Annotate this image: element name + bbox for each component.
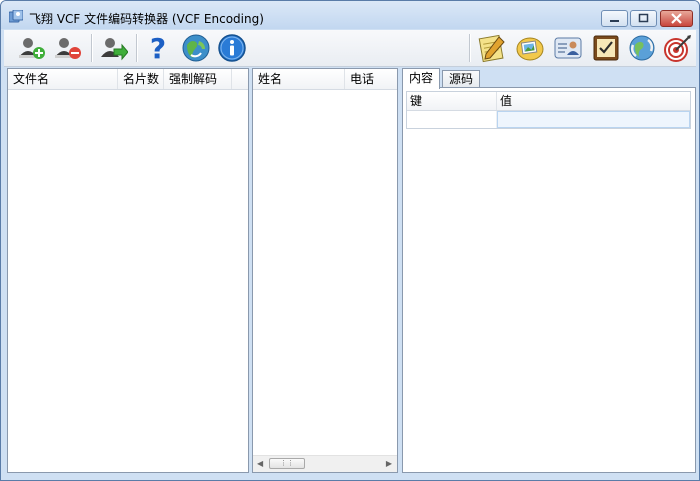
- notepad-pencil-icon: [478, 34, 505, 63]
- checklist-button[interactable]: [590, 32, 622, 64]
- minimize-icon: [610, 20, 619, 22]
- detail-panel: 键 值: [402, 87, 696, 473]
- about-button[interactable]: [216, 32, 248, 64]
- value-cell-selected[interactable]: [497, 111, 690, 128]
- scroll-right-arrow-icon[interactable]: ▶: [386, 459, 392, 468]
- toolbar: ?: [4, 30, 696, 67]
- notepad-button[interactable]: [476, 32, 508, 64]
- checklist-icon: [593, 35, 619, 61]
- toolbar-separator: [469, 34, 471, 62]
- contact-list-header: 姓名 电话: [253, 69, 397, 90]
- person-remove-icon: [55, 38, 81, 59]
- maximize-icon: [638, 13, 649, 23]
- tab-content[interactable]: 内容: [402, 68, 441, 89]
- column-card-count[interactable]: 名片数: [118, 69, 164, 89]
- globe-refresh-icon: [182, 34, 210, 62]
- file-list-panel[interactable]: 文件名 名片数 强制解码: [7, 68, 249, 473]
- add-contact-button[interactable]: [16, 32, 48, 64]
- app-window: 飞翔 VCF 文件编码转换器 (VCF Encoding) ? 文件名 名片数 …: [0, 0, 700, 481]
- key-value-header: 键 值: [407, 92, 690, 111]
- dartboard-icon: [664, 35, 691, 62]
- scroll-left-arrow-icon[interactable]: ◀: [257, 459, 263, 468]
- column-phone[interactable]: 电话: [345, 69, 397, 89]
- question-icon: ?: [150, 34, 166, 62]
- svg-text:?: ?: [150, 34, 166, 62]
- web-button[interactable]: [180, 32, 212, 64]
- toolbar-separator: [136, 34, 138, 62]
- photos-button[interactable]: [514, 32, 546, 64]
- column-force-decode[interactable]: 强制解码: [164, 69, 232, 89]
- scroll-thumb[interactable]: ⋮⋮: [269, 458, 305, 469]
- contact-card-button[interactable]: [552, 32, 584, 64]
- maximize-button[interactable]: [630, 10, 657, 27]
- window-title: 飞翔 VCF 文件编码转换器 (VCF Encoding): [29, 12, 264, 26]
- contact-list-hscrollbar[interactable]: ◀ ⋮⋮ ▶: [253, 455, 397, 472]
- sync-button[interactable]: [626, 32, 658, 64]
- target-button[interactable]: [662, 32, 694, 64]
- key-value-grid[interactable]: 键 值: [406, 91, 691, 129]
- remove-contact-button[interactable]: [52, 32, 84, 64]
- column-key[interactable]: 键: [407, 92, 497, 110]
- column-value[interactable]: 值: [497, 92, 690, 110]
- contact-card-icon: [554, 37, 582, 59]
- photo-album-icon: [516, 37, 544, 61]
- minimize-button[interactable]: [601, 10, 628, 27]
- key-cell[interactable]: [407, 111, 497, 128]
- help-button[interactable]: ?: [142, 32, 174, 64]
- person-export-icon: [101, 38, 128, 61]
- toolbar-separator: [91, 34, 93, 62]
- info-icon: [218, 34, 246, 62]
- detail-tabs: 内容 源码: [402, 68, 696, 89]
- globe-sync-icon: [629, 35, 655, 61]
- contact-list-panel[interactable]: 姓名 电话 ◀ ⋮⋮ ▶: [252, 68, 398, 473]
- person-add-icon: [19, 38, 45, 59]
- app-icon: [9, 10, 23, 23]
- title-bar[interactable]: 飞翔 VCF 文件编码转换器 (VCF Encoding): [1, 1, 699, 29]
- export-contact-button[interactable]: [98, 32, 130, 64]
- column-name[interactable]: 姓名: [253, 69, 345, 89]
- file-list-header: 文件名 名片数 强制解码: [8, 69, 248, 90]
- close-icon: [671, 13, 682, 24]
- column-filename[interactable]: 文件名: [8, 69, 118, 89]
- close-button[interactable]: [660, 10, 693, 27]
- tab-source[interactable]: 源码: [442, 70, 481, 88]
